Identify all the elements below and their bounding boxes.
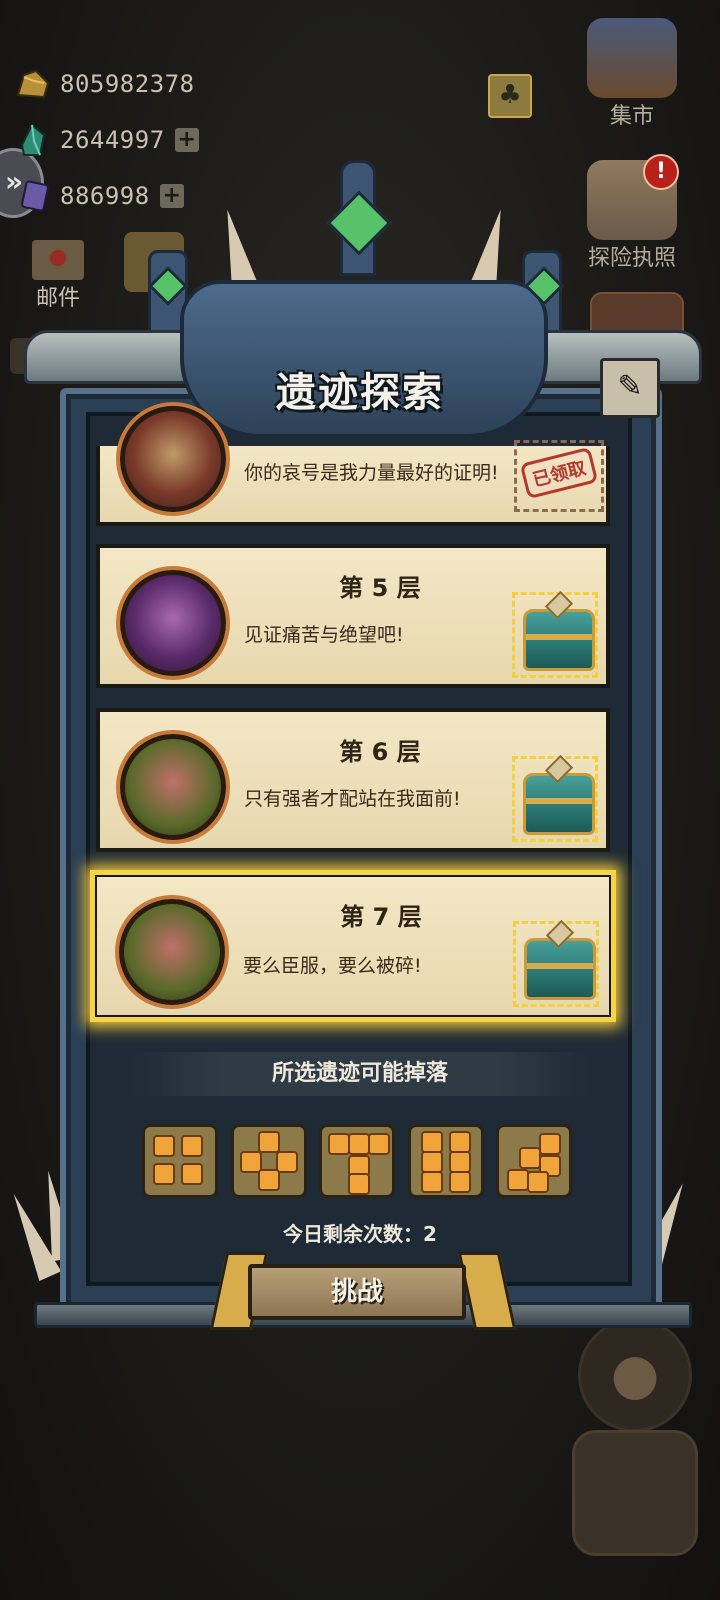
clover-icon[interactable]: ♣ [488,74,532,118]
gold-ore-icon [16,69,50,99]
remaining-attempts: 今日剩余次数：2 [283,1222,437,1246]
resource-gem: 886998 + [14,176,184,216]
floor-quote: 只有强者才配站在我面前! [244,788,461,810]
floor-name: 第 6 层 [339,738,421,766]
drops-title: 所选遗迹可能掉落 [130,1052,590,1096]
paw-icon[interactable]: ● [578,1318,692,1432]
license-label: 探险执照 [587,246,676,271]
scroll-quill-icon: ! [587,154,679,240]
claimed-stamp-slot: 已领取 [514,440,604,512]
reward-chest-slot[interactable] [512,592,598,678]
panel-title: 遗迹探索 [276,370,444,416]
add-gem-button[interactable]: + [159,184,184,208]
floor-name: 第 7 层 [340,903,422,931]
floor-card-4[interactable]: 你的哀号是我力量最好的证明! 已领取 [96,406,610,526]
floor-quote: 要么臣服，要么被碎! [243,955,422,977]
worm-beast-portrait [120,734,226,840]
rune-cluster-icon[interactable] [407,1124,484,1198]
floor-quote: 你的哀号是我力量最好的证明! [244,462,499,484]
floor-quote: 见证痛苦与绝望吧! [244,624,404,646]
gem-amount: 886998 [60,182,150,210]
purple-gem-icon [21,180,49,212]
floor-card-6[interactable]: 第 6 层 只有强者才配站在我面前! [96,708,610,852]
market-house-icon [587,18,677,98]
treasure-chest-icon [523,773,595,835]
market-button[interactable]: 集市 [584,18,680,130]
treasure-chest-icon [524,938,596,1000]
notification-badge: ! [643,154,679,190]
add-crystal-button[interactable]: + [174,128,199,152]
mail-button[interactable]: 邮件 [28,240,88,312]
treasure-chest-icon [523,609,595,671]
green-crystal-icon [20,123,46,156]
resource-gold: 805982378 [14,64,195,104]
quill-edit-button[interactable]: ✎ [600,358,660,418]
rune-cluster-icon[interactable] [142,1124,218,1198]
market-label: 集市 [609,104,654,129]
rune-cluster-icon[interactable] [496,1124,572,1198]
mail-label: 邮件 [35,286,80,311]
crystal-amount: 2644997 [60,126,165,154]
floor-card-7-selected[interactable]: 第 7 层 要么臣服，要么被碎! [90,870,616,1022]
reward-chest-slot[interactable] [512,756,598,842]
wolf-beast-portrait [120,570,226,676]
gold-amount: 805982378 [60,70,195,98]
dragon-boss-portrait [120,406,226,512]
rune-cluster-icon[interactable] [230,1124,307,1198]
floor-name: 第 5 层 [339,574,421,602]
claimed-stamp: 已领取 [519,446,599,500]
green-gem-icon [326,190,392,256]
backpack-icon[interactable] [572,1430,698,1556]
resource-crystal: 2644997 + [14,120,199,160]
worm-beast-portrait [119,899,225,1005]
rune-cluster-icon[interactable] [319,1124,395,1198]
challenge-button[interactable]: 挑战 [248,1264,466,1320]
license-button[interactable]: ! 探险执照 [584,154,680,272]
reward-chest-slot[interactable] [513,921,599,1007]
mail-envelope-icon [32,240,84,280]
drop-list [142,1124,572,1198]
floor-card-5[interactable]: 第 5 层 见证痛苦与绝望吧! [96,544,610,688]
